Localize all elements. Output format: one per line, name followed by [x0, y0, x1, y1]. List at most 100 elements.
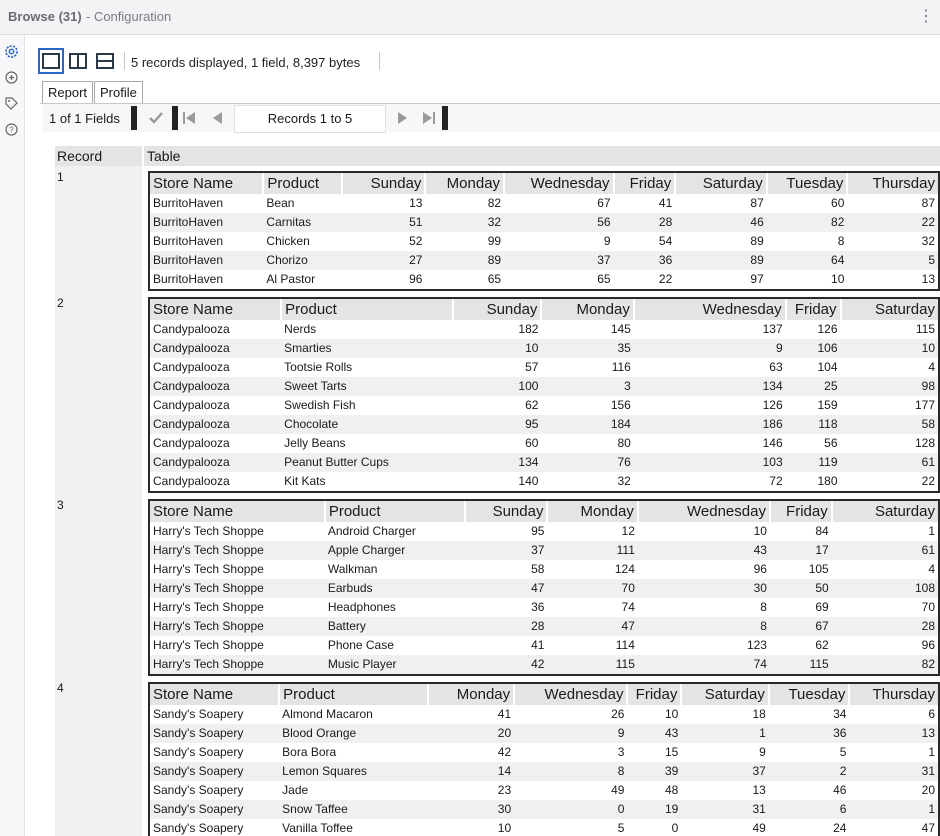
column-header[interactable]: Product: [281, 299, 454, 320]
record-row[interactable]: 2 Store Name Product Sunday Monday Wednesday F…: [55, 292, 940, 499]
column-header[interactable]: Saturday: [840, 299, 938, 320]
table-row[interactable]: Candypalooza Jelly Beans 60 80 146 56 128: [150, 434, 938, 453]
table-row[interactable]: Harry's Tech Shoppe Walkman 58 124 96 105 4: [150, 560, 938, 579]
column-header[interactable]: Wednesday: [504, 173, 615, 194]
last-record-icon[interactable]: [418, 108, 438, 128]
single-view-icon[interactable]: [38, 48, 64, 74]
table-cell: 80: [617, 436, 631, 450]
column-header[interactable]: Product: [279, 684, 429, 705]
table-row[interactable]: Sandy's Soapery Vanilla Toffee 10 5 0 49 24 47: [150, 819, 938, 836]
split-horizontal-icon[interactable]: [94, 50, 116, 72]
table-cell: 27: [341, 251, 426, 270]
table-cell: Apple Charger: [324, 541, 465, 560]
crosshair-icon[interactable]: [3, 69, 20, 86]
table-cell: 105: [808, 562, 829, 576]
column-header[interactable]: Wednesday: [637, 501, 771, 522]
tab-profile[interactable]: Profile: [94, 81, 143, 104]
column-header[interactable]: Store Name: [150, 299, 283, 320]
table-row[interactable]: Candypalooza Tootsie Rolls 57 116 63 104 4: [150, 358, 938, 377]
column-header[interactable]: Store Name: [150, 501, 326, 522]
table-row[interactable]: Harry's Tech Shoppe Apple Charger 37 111 43 1…: [150, 541, 938, 560]
table-cell: 82: [831, 655, 938, 674]
more-options-icon[interactable]: ⋮: [918, 6, 934, 26]
end-slider-handle[interactable]: [442, 106, 448, 130]
column-header[interactable]: Saturday: [675, 173, 768, 194]
split-vertical-icon[interactable]: [67, 50, 89, 72]
column-header[interactable]: Product: [324, 501, 466, 522]
column-header[interactable]: Store Name: [150, 684, 281, 705]
table-row[interactable]: Candypalooza Swedish Fish 62 156 126 159 177: [150, 396, 938, 415]
table-row[interactable]: Sandy's Soapery Jade 23 49 48 13 46 20: [150, 781, 938, 800]
column-header[interactable]: Friday: [627, 684, 683, 705]
table-row[interactable]: Harry's Tech Shoppe Battery 28 47 8 67 28: [150, 617, 938, 636]
column-header[interactable]: Monday: [541, 299, 635, 320]
gear-icon[interactable]: [3, 43, 20, 60]
table-cell: 28: [831, 617, 938, 636]
table-row[interactable]: Harry's Tech Shoppe Android Charger 95 12 10…: [150, 522, 938, 541]
column-header[interactable]: Wednesday: [633, 299, 787, 320]
record-slider-handle[interactable]: [172, 106, 178, 130]
column-header[interactable]: Friday: [769, 501, 833, 522]
table-cell: 119: [785, 453, 841, 472]
check-icon[interactable]: [146, 108, 166, 128]
record-row[interactable]: 3 Store Name Product Sunday Monday Wednesday F…: [55, 494, 940, 682]
column-header[interactable]: Tuesday: [766, 173, 849, 194]
table-row[interactable]: BurritoHaven Chicken 52 99 9 54 89 8 32: [150, 232, 938, 251]
table-cell: Nerds: [284, 322, 317, 336]
table-row[interactable]: BurritoHaven Al Pastor 96 65 65 22 97 10 13: [150, 270, 938, 289]
column-header[interactable]: Product: [263, 173, 343, 194]
table-row[interactable]: Sandy's Soapery Blood Orange 20 9 43 1 36 13: [150, 724, 938, 743]
table-cell: 37: [681, 762, 769, 781]
table-column-header: Table: [147, 148, 181, 164]
table-row[interactable]: BurritoHaven Chorizo 27 89 37 36 89 64 5: [150, 251, 938, 270]
table-row[interactable]: Sandy's Soapery Snow Taffee 30 0 19 31 6 1: [150, 800, 938, 819]
field-slider-handle[interactable]: [131, 106, 137, 130]
table-row[interactable]: Sandy's Soapery Almond Macaron 41 26 10 18 34 6: [150, 705, 938, 724]
column-header[interactable]: Saturday: [831, 501, 938, 522]
table-row[interactable]: Candypalooza Nerds 182 145 137 126 115: [150, 320, 938, 339]
column-header[interactable]: Thursday: [847, 173, 938, 194]
table-row[interactable]: Candypalooza Sweet Tarts 100 3 134 25 98: [150, 377, 938, 396]
column-header[interactable]: Sunday: [453, 299, 543, 320]
table-cell: Harry's Tech Shoppe: [150, 617, 325, 636]
tab-report[interactable]: Report: [42, 81, 94, 104]
table-cell: 32: [425, 213, 505, 232]
table-cell: 98: [840, 377, 938, 396]
table-row[interactable]: Harry's Tech Shoppe Phone Case 41 114 123 62 9…: [150, 636, 938, 655]
record-row[interactable]: 1 Store Name Product Sunday Monday Wednesday F…: [55, 166, 940, 297]
column-header[interactable]: Friday: [785, 299, 842, 320]
help-icon[interactable]: ?: [3, 121, 20, 138]
table-row[interactable]: Harry's Tech Shoppe Earbuds 47 70 30 50 108: [150, 579, 938, 598]
column-header[interactable]: Saturday: [681, 684, 770, 705]
table-row[interactable]: Harry's Tech Shoppe Headphones 36 74 8 69 70: [150, 598, 938, 617]
table-cell: 9: [514, 724, 628, 743]
column-header[interactable]: Monday: [427, 684, 516, 705]
column-header[interactable]: Friday: [613, 173, 677, 194]
column-header[interactable]: Thursday: [849, 684, 938, 705]
column-header[interactable]: Monday: [547, 501, 639, 522]
table-row[interactable]: Sandy's Soapery Lemon Squares 14 8 39 37 2 31: [150, 762, 938, 781]
table-cell: Harry's Tech Shoppe: [150, 579, 325, 598]
tag-icon[interactable]: [3, 95, 20, 112]
table-row[interactable]: Candypalooza Smarties 10 35 9 106 10: [150, 339, 938, 358]
record-row[interactable]: 4 Store Name Product Monday Wednesday Friday S…: [55, 677, 940, 836]
next-record-icon[interactable]: [392, 108, 412, 128]
table-cell: 34: [833, 707, 847, 721]
table-row[interactable]: BurritoHaven Carnitas 51 32 56 28 46 82 22: [150, 213, 938, 232]
column-header[interactable]: Store Name: [150, 173, 265, 194]
table-row[interactable]: Sandy's Soapery Bora Bora 42 3 15 9 5 1: [150, 743, 938, 762]
table-row[interactable]: Harry's Tech Shoppe Music Player 42 115 74 11…: [150, 655, 938, 674]
table-row[interactable]: Candypalooza Peanut Butter Cups 134 76 103 11…: [150, 453, 938, 472]
table-row[interactable]: Candypalooza Kit Kats 140 32 72 180 22: [150, 472, 938, 491]
column-header[interactable]: Monday: [425, 173, 506, 194]
column-header[interactable]: Sunday: [464, 501, 549, 522]
previous-record-icon[interactable]: [208, 108, 228, 128]
column-header[interactable]: Tuesday: [768, 684, 851, 705]
table-row[interactable]: Candypalooza Chocolate 95 184 186 118 58: [150, 415, 938, 434]
table-cell: 41: [658, 196, 673, 210]
first-record-icon[interactable]: [180, 108, 200, 128]
column-header[interactable]: Wednesday: [514, 684, 629, 705]
table-cell: 37: [464, 541, 548, 560]
table-row[interactable]: BurritoHaven Bean 13 82 67 41 87 60 87: [150, 194, 938, 213]
column-header[interactable]: Sunday: [341, 173, 427, 194]
